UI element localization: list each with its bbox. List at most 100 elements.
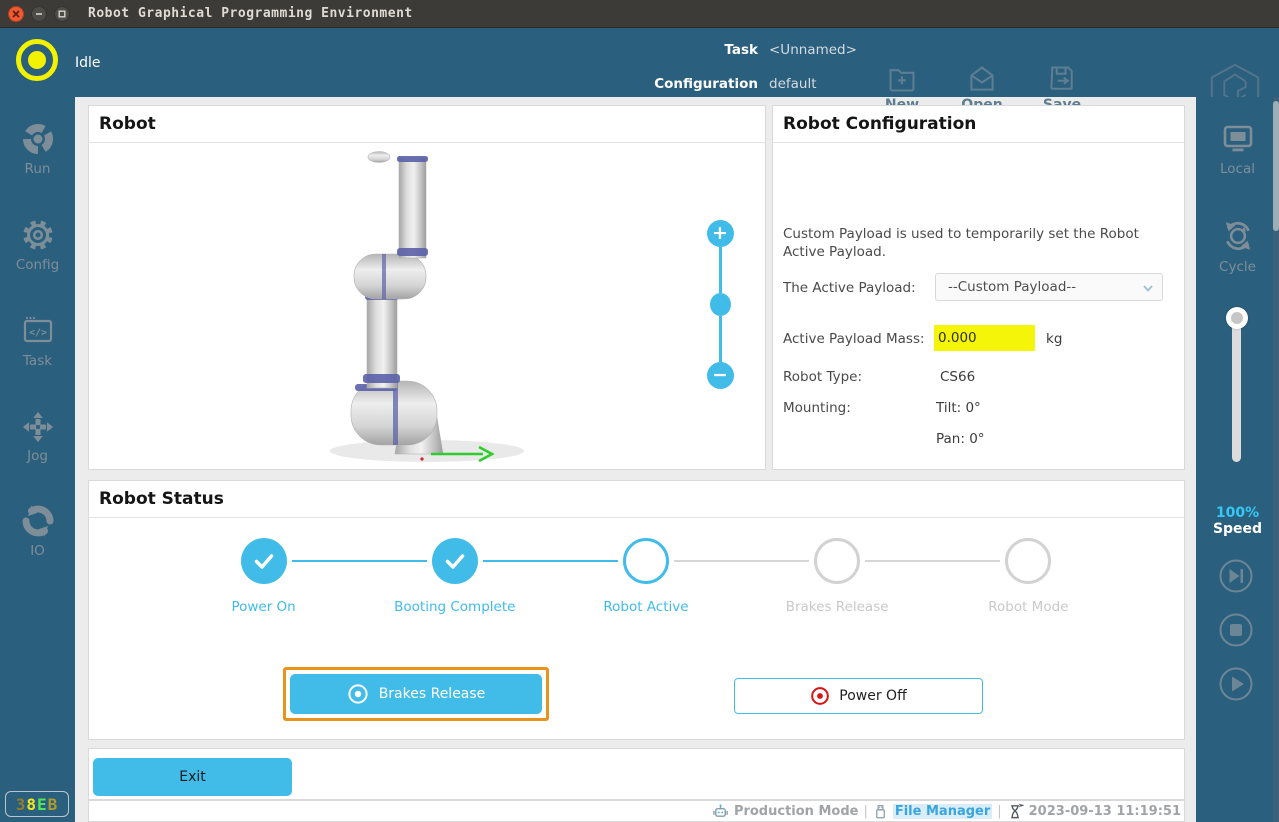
io-cycle-icon	[20, 503, 56, 539]
exit-panel: Exit	[88, 748, 1185, 800]
active-payload-value: --Custom Payload--	[948, 279, 1076, 295]
sidebar-item-io[interactable]: IO	[0, 503, 75, 559]
step-label: Brakes Release	[786, 599, 889, 615]
stop-icon	[1218, 612, 1254, 648]
window-titlebar: Robot Graphical Programming Environment	[0, 0, 1279, 28]
badge-char: 3	[16, 795, 27, 814]
configuration-value: default	[769, 76, 817, 92]
power-off-label: Power Off	[839, 688, 906, 704]
step-label: Booting Complete	[394, 599, 515, 615]
brakes-release-highlight: Brakes Release	[283, 667, 549, 721]
window-minimize-button[interactable]	[31, 6, 47, 22]
speed-slider-knob[interactable]	[1226, 307, 1248, 329]
task-value: <Unnamed>	[769, 42, 857, 58]
scrollbar-thumb[interactable]	[1273, 101, 1279, 231]
robot-configuration-panel: Robot Configuration Custom Payload is us…	[772, 105, 1185, 470]
sidebar-item-config[interactable]: Config	[0, 217, 75, 273]
sidebar-item-cycle[interactable]: Cycle	[1196, 217, 1279, 275]
sidebar-item-run[interactable]: Run	[0, 121, 75, 177]
robot-panel-title: Robot	[89, 106, 765, 143]
exit-button[interactable]: Exit	[93, 758, 292, 796]
jog-move-icon	[21, 410, 55, 444]
robot-arm-3d-view[interactable]	[327, 148, 627, 466]
step-forward-icon	[1218, 558, 1254, 594]
brakes-release-label: Brakes Release	[379, 686, 486, 702]
step-circle	[814, 538, 860, 584]
task-code-icon: </>	[20, 313, 56, 349]
minimize-icon	[35, 10, 43, 18]
play-button[interactable]	[1218, 666, 1254, 702]
run-label: Run	[25, 161, 51, 177]
stop-button[interactable]	[1218, 612, 1254, 648]
window-title: Robot Graphical Programming Environment	[88, 6, 413, 21]
run-icon	[20, 121, 56, 157]
right-scrollbar[interactable]	[1273, 97, 1279, 822]
file-manager-link[interactable]: File Manager	[893, 804, 992, 819]
robot-panel: Robot	[88, 105, 766, 470]
active-payload-dropdown[interactable]: --Custom Payload--	[935, 273, 1163, 301]
window-maximize-button[interactable]	[54, 6, 70, 22]
jog-label: Jog	[27, 448, 48, 464]
payload-mass-input[interactable]	[934, 325, 1035, 351]
status-bar: Production Mode | File Manager | 2023-09…	[88, 800, 1185, 822]
active-payload-label: The Active Payload:	[783, 280, 916, 296]
application-window: Robot Graphical Programming Environment …	[0, 0, 1279, 822]
step-brakes-release: Brakes Release	[742, 538, 933, 615]
timer-icon	[1007, 803, 1024, 820]
sidebar-item-jog[interactable]: Jog	[0, 410, 75, 464]
task-label: Task	[520, 42, 758, 58]
step-robot-active: Robot Active	[550, 538, 741, 615]
check-icon	[252, 549, 276, 573]
robot-status-panel: Robot Status Power On Booting Complete R…	[88, 480, 1185, 740]
open-file-icon	[966, 64, 998, 94]
production-mode-text: Production Mode	[734, 804, 859, 819]
right-sidebar: Local Cycle 100% Speed	[1196, 97, 1279, 822]
sidebar-item-task[interactable]: </> Task	[0, 313, 75, 369]
badge-char: B	[48, 795, 59, 814]
step-circle	[1005, 538, 1051, 584]
check-icon	[443, 549, 467, 573]
zoom-in-button[interactable]: +	[707, 220, 734, 247]
step-robot-mode: Robot Mode	[933, 538, 1124, 615]
zoom-knob[interactable]	[710, 293, 731, 316]
window-controls	[8, 6, 70, 22]
left-sidebar: Run Config </> Task J	[0, 97, 75, 822]
zoom-track	[719, 316, 722, 362]
production-mode-robot-icon	[712, 803, 729, 820]
window-close-button[interactable]	[8, 6, 24, 22]
step-forward-button[interactable]	[1218, 558, 1254, 594]
hex-status-badge: 3 8 E B	[5, 791, 69, 817]
svg-text:</>: </>	[28, 328, 46, 339]
view-zoom-control: + −	[706, 220, 734, 389]
speed-percent: 100%	[1196, 505, 1279, 521]
robot-state-text: Idle	[75, 55, 101, 71]
cycle-sync-icon	[1219, 217, 1257, 255]
step-booting-complete: Booting Complete	[359, 538, 550, 615]
mass-unit: kg	[1046, 331, 1062, 347]
power-off-button[interactable]: Power Off	[734, 678, 983, 714]
gear-icon	[20, 217, 56, 253]
play-icon	[1218, 666, 1254, 702]
task-label: Task	[23, 353, 52, 369]
mounting-pan-value: Pan: 0°	[936, 431, 985, 447]
close-icon	[12, 10, 20, 18]
mounting-tilt-value: Tilt: 0°	[936, 400, 981, 416]
status-panel-title: Robot Status	[89, 481, 1184, 518]
chevron-down-icon	[1142, 282, 1154, 298]
power-bullseye-icon	[810, 686, 830, 706]
speed-slider-track[interactable]	[1232, 310, 1241, 462]
step-circle	[432, 538, 478, 584]
config-label: Config	[16, 257, 59, 273]
zoom-out-button[interactable]: −	[707, 362, 734, 389]
step-label: Power On	[231, 599, 295, 615]
maximize-icon	[58, 10, 66, 18]
payload-mass-label: Active Payload Mass:	[783, 331, 925, 347]
sidebar-item-local[interactable]: Local	[1196, 121, 1279, 177]
step-power-on: Power On	[168, 538, 359, 615]
configuration-label: Configuration	[520, 76, 758, 92]
local-label: Local	[1220, 161, 1255, 177]
new-folder-icon	[886, 64, 918, 94]
brakes-release-button[interactable]: Brakes Release	[290, 674, 542, 714]
save-icon	[1046, 64, 1078, 94]
config-panel-title: Robot Configuration	[773, 106, 1184, 143]
